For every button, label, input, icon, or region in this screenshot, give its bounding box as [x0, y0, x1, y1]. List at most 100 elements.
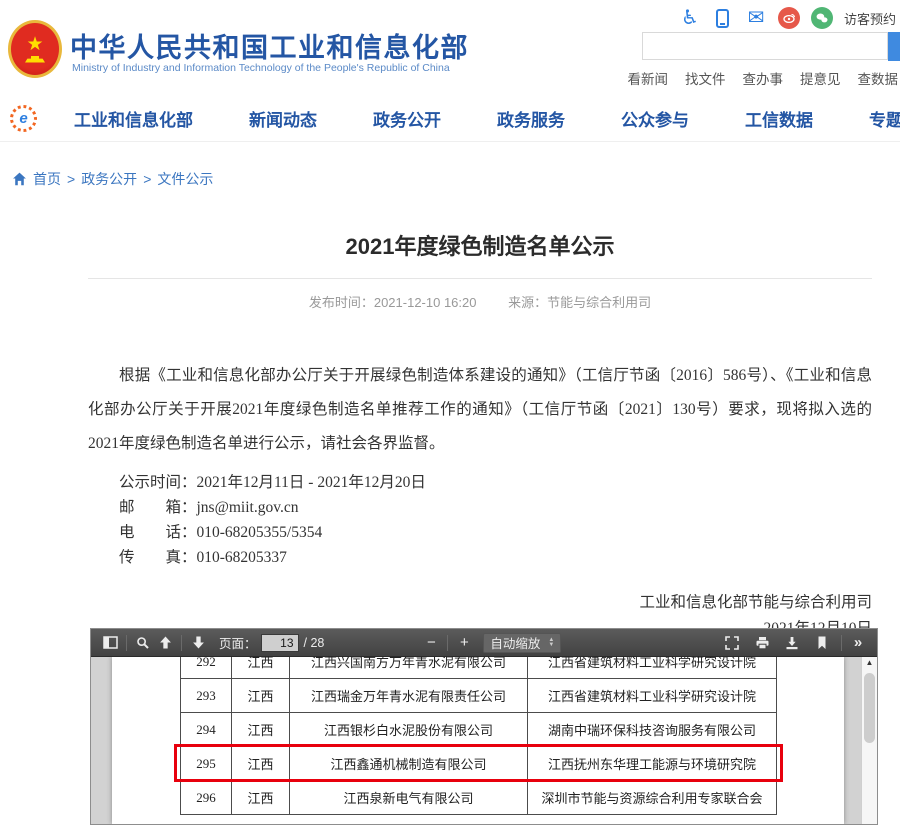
nav-item-ministry[interactable]: 工业和信息化部: [74, 106, 193, 131]
cell-no: 294: [180, 713, 232, 747]
cell-province: 江西: [232, 713, 290, 747]
page-total: / 28: [304, 636, 325, 650]
quick-link-suggest[interactable]: 提意见: [800, 68, 841, 88]
header-icon-row: ♿ ✉ 访客预约: [679, 7, 896, 29]
print-icon[interactable]: [751, 632, 773, 654]
page-down-icon[interactable]: [187, 632, 209, 654]
table-row: 294 江西 江西银杉白水泥股份有限公司 湖南中瑞环保科技咨询服务有限公司: [180, 713, 777, 747]
nav-item-news[interactable]: 新闻动态: [249, 106, 317, 131]
pdf-page: 292 江西 江西兴国南方万年青水泥有限公司 江西省建筑材料工业科学研究设计院 …: [112, 657, 844, 824]
title-divider: [88, 278, 872, 279]
cell-org: 江西省建筑材料工业科学研究设计院: [528, 679, 777, 713]
download-icon[interactable]: [781, 632, 803, 654]
select-arrows-icon: ▲▼: [548, 638, 554, 648]
cell-no: 296: [180, 781, 232, 815]
sidebar-toggle-icon[interactable]: [99, 632, 121, 654]
home-icon: [12, 172, 27, 186]
table-row: 293 江西 江西瑞金万年青水泥有限责任公司 江西省建筑材料工业科学研究设计院: [180, 679, 777, 713]
site-header: ★ 中华人民共和国工业和信息化部 Ministry of Industry an…: [0, 0, 900, 95]
nav-items: 工业和信息化部 新闻动态 政务公开 政务服务 公众参与 工信数据 专题: [74, 106, 900, 131]
contact-info: 公示时间：2021年12月11日 - 2021年12月20日 邮 箱：jns@m…: [88, 470, 872, 570]
scrollbar-thumb[interactable]: [864, 673, 875, 743]
breadcrumb-file-notice[interactable]: 文件公示: [157, 169, 213, 189]
cell-no: 293: [180, 679, 232, 713]
breadcrumb-separator: >: [67, 171, 75, 187]
source: 来源：节能与综合利用司: [508, 295, 651, 310]
cell-province: 江西: [232, 679, 290, 713]
breadcrumb: 首页 > 政务公开 > 文件公示: [12, 169, 900, 189]
search-button[interactable]: [888, 32, 900, 61]
cell-org: 江西省建筑材料工业科学研究设计院: [528, 657, 777, 679]
accessibility-icon[interactable]: ♿: [679, 7, 701, 29]
header-right: ♿ ✉ 访客预约: [630, 0, 900, 95]
zoom-in-button[interactable]: +: [453, 632, 475, 654]
cell-company: 江西兴国南方万年青水泥有限公司: [290, 657, 528, 679]
cell-org: 深圳市节能与资源综合利用专家联合会: [528, 781, 777, 815]
page: ★ 中华人民共和国工业和信息化部 Ministry of Industry an…: [0, 0, 900, 825]
article-paragraph: 根据《工业和信息化部办公厅关于开展绿色制造体系建设的通知》（工信厅节函〔2016…: [88, 359, 872, 461]
scroll-up-icon[interactable]: ▲: [862, 658, 877, 667]
cell-org: 江西抚州东华理工能源与环境研究院: [528, 747, 777, 781]
nav-item-public[interactable]: 公众参与: [621, 106, 689, 131]
wechat-icon[interactable]: [811, 7, 833, 29]
site-title: 中华人民共和国工业和信息化部: [70, 26, 469, 65]
cell-province: 江西: [232, 657, 290, 679]
main-nav: e 工业和信息化部 新闻动态 政务公开 政务服务 公众参与 工信数据 专题: [0, 95, 900, 142]
cell-company: 江西泉新电气有限公司: [290, 781, 528, 815]
weibo-icon[interactable]: [778, 7, 800, 29]
mail-icon[interactable]: ✉: [745, 7, 767, 29]
site-subtitle: Ministry of Industry and Information Tec…: [72, 62, 450, 74]
bookmark-icon[interactable]: [811, 632, 833, 654]
quick-link-news[interactable]: 看新闻: [628, 68, 669, 88]
breadcrumb-gov-open[interactable]: 政务公开: [81, 169, 137, 189]
contact-phone: 电 话：010-68205355/5354: [88, 520, 872, 545]
nav-item-data[interactable]: 工信数据: [745, 106, 813, 131]
cell-no: 292: [180, 657, 232, 679]
nav-item-topics[interactable]: 专题: [869, 106, 900, 131]
pdf-scrollbar[interactable]: ▲: [861, 657, 877, 824]
quick-link-data[interactable]: 查数据: [858, 68, 899, 88]
cell-company: 江西银杉白水泥股份有限公司: [290, 713, 528, 747]
gear-logo-icon: e: [10, 105, 37, 132]
search-input[interactable]: [642, 32, 888, 60]
page-number-input[interactable]: [261, 634, 299, 652]
cell-province: 江西: [232, 781, 290, 815]
table-row-highlighted: 295 江西 江西鑫通机械制造有限公司 江西抚州东华理工能源与环境研究院: [180, 747, 777, 781]
contact-fax: 传 真：010-68205337: [88, 545, 872, 570]
quick-link-affairs[interactable]: 查办事: [743, 68, 784, 88]
cell-company: 江西瑞金万年青水泥有限责任公司: [290, 679, 528, 713]
signature-department: 工业和信息化部节能与综合利用司: [88, 590, 872, 616]
publish-time: 发布时间：2021-12-10 16:20: [309, 295, 477, 310]
search-bar: [642, 32, 900, 61]
cell-company: 江西鑫通机械制造有限公司: [290, 747, 528, 781]
breadcrumb-separator: >: [143, 171, 151, 187]
nav-item-gov-service[interactable]: 政务服务: [497, 106, 565, 131]
page-up-icon[interactable]: [154, 632, 176, 654]
quick-link-files[interactable]: 找文件: [685, 68, 726, 88]
zoom-out-button[interactable]: −: [420, 632, 442, 654]
breadcrumb-home[interactable]: 首页: [33, 169, 61, 189]
cell-no: 295: [180, 747, 232, 781]
presentation-mode-icon[interactable]: [721, 632, 743, 654]
pdf-document-area: 292 江西 江西兴国南方万年青水泥有限公司 江西省建筑材料工业科学研究设计院 …: [91, 657, 877, 824]
search-icon[interactable]: [132, 632, 154, 654]
pdf-viewer: 页面： / 28 − + 自动缩放 ▲▼: [90, 628, 878, 825]
quick-links: 看新闻 找文件 查办事 提意见 查数据: [628, 68, 899, 88]
zoom-scale-select[interactable]: 自动缩放 ▲▼: [483, 633, 561, 653]
mobile-icon[interactable]: [712, 7, 734, 29]
pdf-toolbar: 页面： / 28 − + 自动缩放 ▲▼: [91, 629, 877, 657]
national-emblem-logo: ★: [8, 20, 62, 78]
emblem-star-icon: ★: [26, 36, 43, 54]
notice-period: 公示时间：2021年12月11日 - 2021年12月20日: [88, 470, 872, 495]
visitor-appointment-link[interactable]: 访客预约: [844, 9, 896, 28]
zoom-scale-value: 自动缩放: [490, 633, 540, 652]
article: 2021年度绿色制造名单公示 发布时间：2021-12-10 16:20 来源：…: [88, 229, 872, 642]
page-label: 页面：: [219, 633, 257, 652]
nav-item-gov-open[interactable]: 政务公开: [373, 106, 441, 131]
cell-org: 湖南中瑞环保科技咨询服务有限公司: [528, 713, 777, 747]
contact-email: 邮 箱：jns@miit.gov.cn: [88, 495, 872, 520]
page-title: 2021年度绿色制造名单公示: [88, 229, 872, 261]
emblem-gate-icon: [25, 56, 45, 63]
green-manufacturing-table: 292 江西 江西兴国南方万年青水泥有限公司 江西省建筑材料工业科学研究设计院 …: [180, 657, 777, 815]
more-tools-button[interactable]: »: [847, 632, 869, 654]
